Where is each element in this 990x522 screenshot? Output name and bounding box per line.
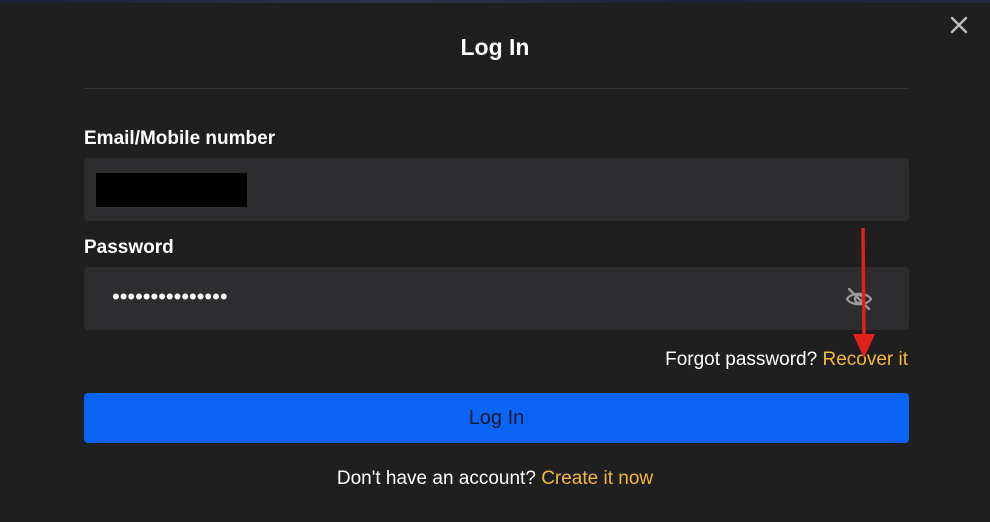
signup-text: Don't have an account?	[336, 468, 536, 489]
password-masked-value: •••••••••••••••	[112, 284, 228, 309]
close-icon	[950, 16, 968, 34]
create-account-link[interactable]: Create it now	[541, 468, 653, 489]
title-divider	[84, 88, 909, 89]
email-label: Email/Mobile number	[84, 128, 276, 149]
login-modal: Log In Email/Mobile number Password ••••…	[0, 0, 990, 522]
password-label: Password	[84, 237, 174, 258]
login-button[interactable]: Log In	[84, 393, 909, 443]
forgot-password-text: Forgot password?	[665, 349, 818, 370]
signup-row: Don't have an account? Create it now	[0, 468, 990, 490]
email-field-container	[84, 158, 909, 221]
annotation-arrow-icon	[853, 227, 875, 358]
modal-title: Log In	[460, 34, 530, 60]
password-field[interactable]: •••••••••••••••	[84, 267, 909, 330]
redacted-email-value	[96, 173, 247, 207]
